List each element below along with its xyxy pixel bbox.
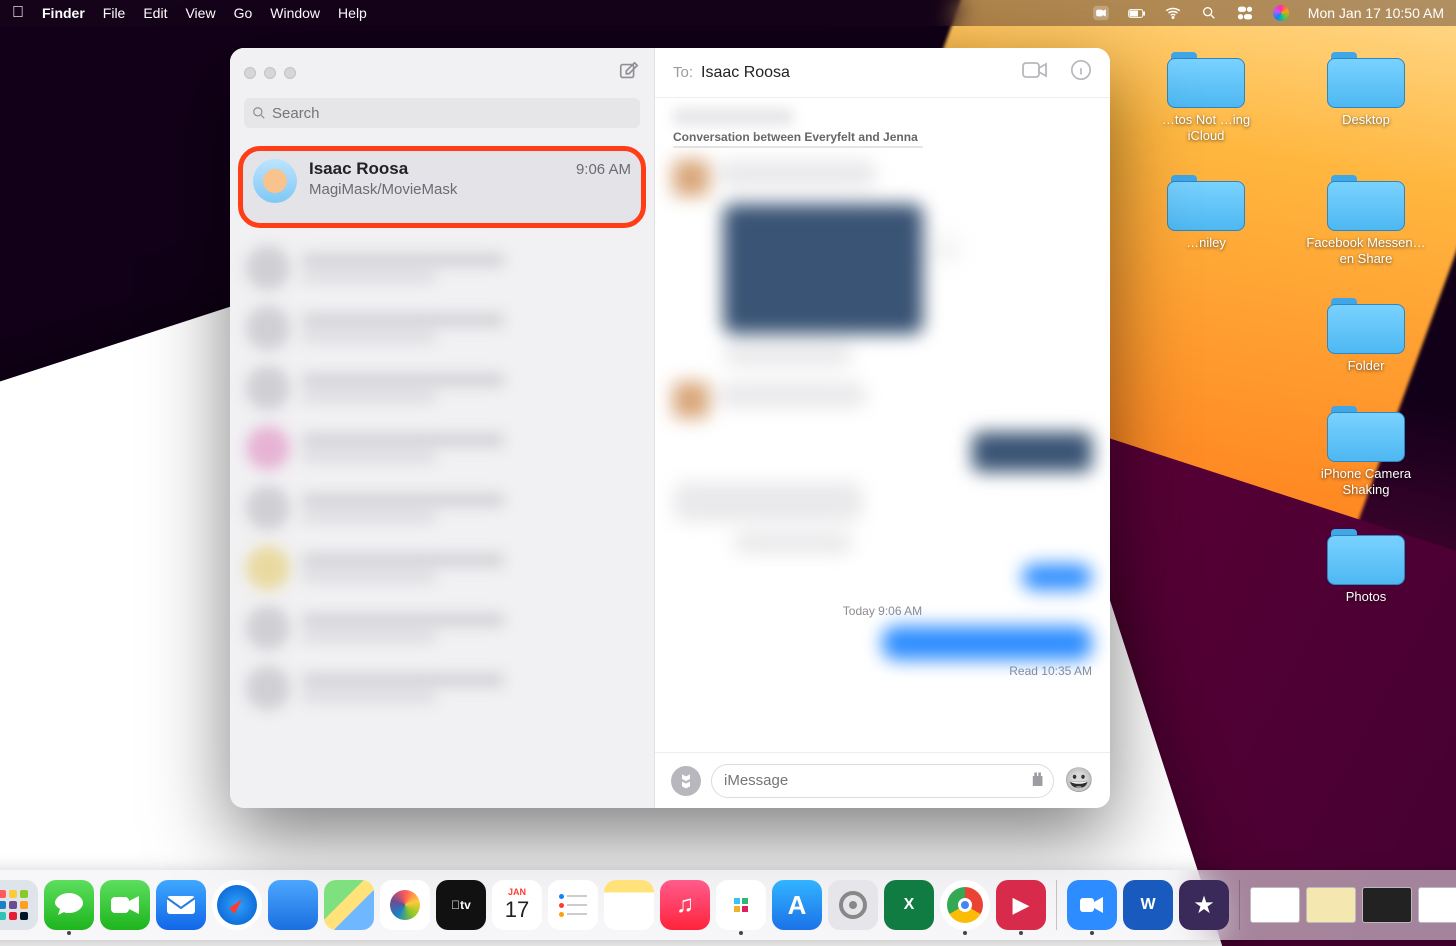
window-traffic-lights: [244, 67, 296, 79]
dock-minimized-window[interactable]: [1306, 880, 1356, 930]
audio-message-icon[interactable]: ıllıllı: [1031, 770, 1041, 791]
compose-button[interactable]: [618, 60, 640, 87]
message-input[interactable]: [724, 772, 1031, 789]
dock-mail[interactable]: [156, 880, 206, 930]
dock-appstore[interactable]: A: [772, 880, 822, 930]
menu-view[interactable]: View: [185, 5, 215, 21]
menu-file[interactable]: File: [103, 5, 126, 21]
conversation-pane: To: Isaac Roosa Conversation between Eve…: [655, 48, 1110, 808]
message-input-field[interactable]: ıllıllı: [711, 764, 1054, 798]
thread-section-label: Conversation between Everyfelt and Jenna: [673, 130, 1092, 144]
dock-safari[interactable]: [212, 880, 262, 930]
thread-timestamp: Today 9:06 AM: [673, 604, 1092, 618]
dock-divider: [1239, 880, 1240, 930]
control-center-icon[interactable]: [1236, 4, 1254, 22]
dock-divider: [1056, 880, 1057, 930]
dock-facetime[interactable]: [100, 880, 150, 930]
desktop-folder[interactable]: …tos Not …ing iCloud: [1146, 50, 1266, 143]
menu-go[interactable]: Go: [234, 5, 253, 21]
minimize-button[interactable]: [264, 67, 276, 79]
wifi-status-icon[interactable]: [1164, 4, 1182, 22]
dock-minimized-window[interactable]: [1362, 880, 1412, 930]
zoom-button[interactable]: [284, 67, 296, 79]
macos-dock: tv JAN17 ♫ A X ▶ W ★: [0, 870, 1456, 940]
sidebar-toolbar: [230, 48, 654, 98]
desktop-folder[interactable]: Photos: [1306, 527, 1426, 605]
apps-button[interactable]: [671, 766, 701, 796]
spotlight-icon[interactable]: [1200, 4, 1218, 22]
contact-avatar: [253, 159, 297, 203]
desktop-folder[interactable]: …niley: [1146, 173, 1266, 266]
desktop-icons-area: …tos Not …ing iCloud Desktop …niley Face…: [1136, 50, 1426, 605]
conversation-toolbar: To: Isaac Roosa: [655, 48, 1110, 98]
separator-line: [673, 146, 923, 148]
dock-minimized-window[interactable]: [1418, 880, 1456, 930]
search-field[interactable]: [244, 98, 640, 128]
dock-calendar[interactable]: JAN17: [492, 880, 542, 930]
download-attachment-button[interactable]: [931, 231, 963, 263]
facetime-status-icon[interactable]: [1092, 4, 1110, 22]
dock-appletv[interactable]: tv: [436, 880, 486, 930]
details-button[interactable]: [1070, 59, 1092, 86]
message-composer: ıllıllı 😀: [655, 752, 1110, 808]
desktop-folder[interactable]: Desktop: [1306, 50, 1426, 143]
search-input[interactable]: [272, 105, 632, 122]
dock-app-red[interactable]: ▶: [996, 880, 1046, 930]
menubar-datetime[interactable]: Mon Jan 17 10:50 AM: [1308, 5, 1444, 21]
dock-excel[interactable]: X: [884, 880, 934, 930]
conversation-time: 9:06 AM: [576, 161, 631, 178]
dock-zoom[interactable]: [1067, 880, 1117, 930]
message-thread[interactable]: Conversation between Everyfelt and Jenna: [655, 98, 1110, 752]
read-receipt: Read 10:35 AM: [673, 664, 1092, 678]
dock-maps[interactable]: [324, 880, 374, 930]
dock-minimized-window[interactable]: [1250, 880, 1300, 930]
dock-launchpad[interactable]: [0, 880, 38, 930]
apple-menu-icon[interactable]: : [12, 4, 24, 22]
dock-notes[interactable]: [604, 880, 654, 930]
conversation-list: Isaac Roosa 9:06 AM MagiMask/MovieMask: [230, 138, 654, 808]
dock-app-blue[interactable]: [268, 880, 318, 930]
to-label: To:: [673, 64, 693, 81]
menu-edit[interactable]: Edit: [143, 5, 167, 21]
dock-word[interactable]: W: [1123, 880, 1173, 930]
siri-icon[interactable]: [1272, 4, 1290, 22]
desktop-folder[interactable]: Facebook Messen…en Share: [1306, 173, 1426, 266]
menubar-menus: File Edit View Go Window Help: [103, 5, 367, 21]
conversation-item-selected[interactable]: Isaac Roosa 9:06 AM MagiMask/MovieMask: [238, 146, 646, 228]
conversation-preview: MagiMask/MovieMask: [309, 181, 631, 198]
messages-window: Isaac Roosa 9:06 AM MagiMask/MovieMask: [230, 48, 1110, 808]
menu-window[interactable]: Window: [270, 5, 320, 21]
dock-slack[interactable]: [716, 880, 766, 930]
conversation-list-blurred: [230, 228, 654, 728]
video-call-button[interactable]: [1022, 60, 1048, 85]
desktop-folder[interactable]: Folder: [1306, 296, 1426, 374]
dock-music[interactable]: ♫: [660, 880, 710, 930]
close-button[interactable]: [244, 67, 256, 79]
dock-photos[interactable]: [380, 880, 430, 930]
recipient-name[interactable]: Isaac Roosa: [701, 64, 790, 82]
dock-chrome[interactable]: [940, 880, 990, 930]
battery-status-icon[interactable]: [1128, 4, 1146, 22]
dock-messages[interactable]: [44, 880, 94, 930]
desktop-folder[interactable]: iPhone Camera Shaking: [1306, 404, 1426, 497]
dock-reminders[interactable]: [548, 880, 598, 930]
contact-name: Isaac Roosa: [309, 159, 408, 179]
menubar-app-name[interactable]: Finder: [42, 5, 85, 21]
messages-sidebar: Isaac Roosa 9:06 AM MagiMask/MovieMask: [230, 48, 655, 808]
emoji-picker-button[interactable]: 😀: [1064, 766, 1094, 795]
dock-imovie[interactable]: ★: [1179, 880, 1229, 930]
menu-help[interactable]: Help: [338, 5, 367, 21]
macos-menubar:  Finder File Edit View Go Window Help M…: [0, 0, 1456, 26]
dock-settings[interactable]: [828, 880, 878, 930]
